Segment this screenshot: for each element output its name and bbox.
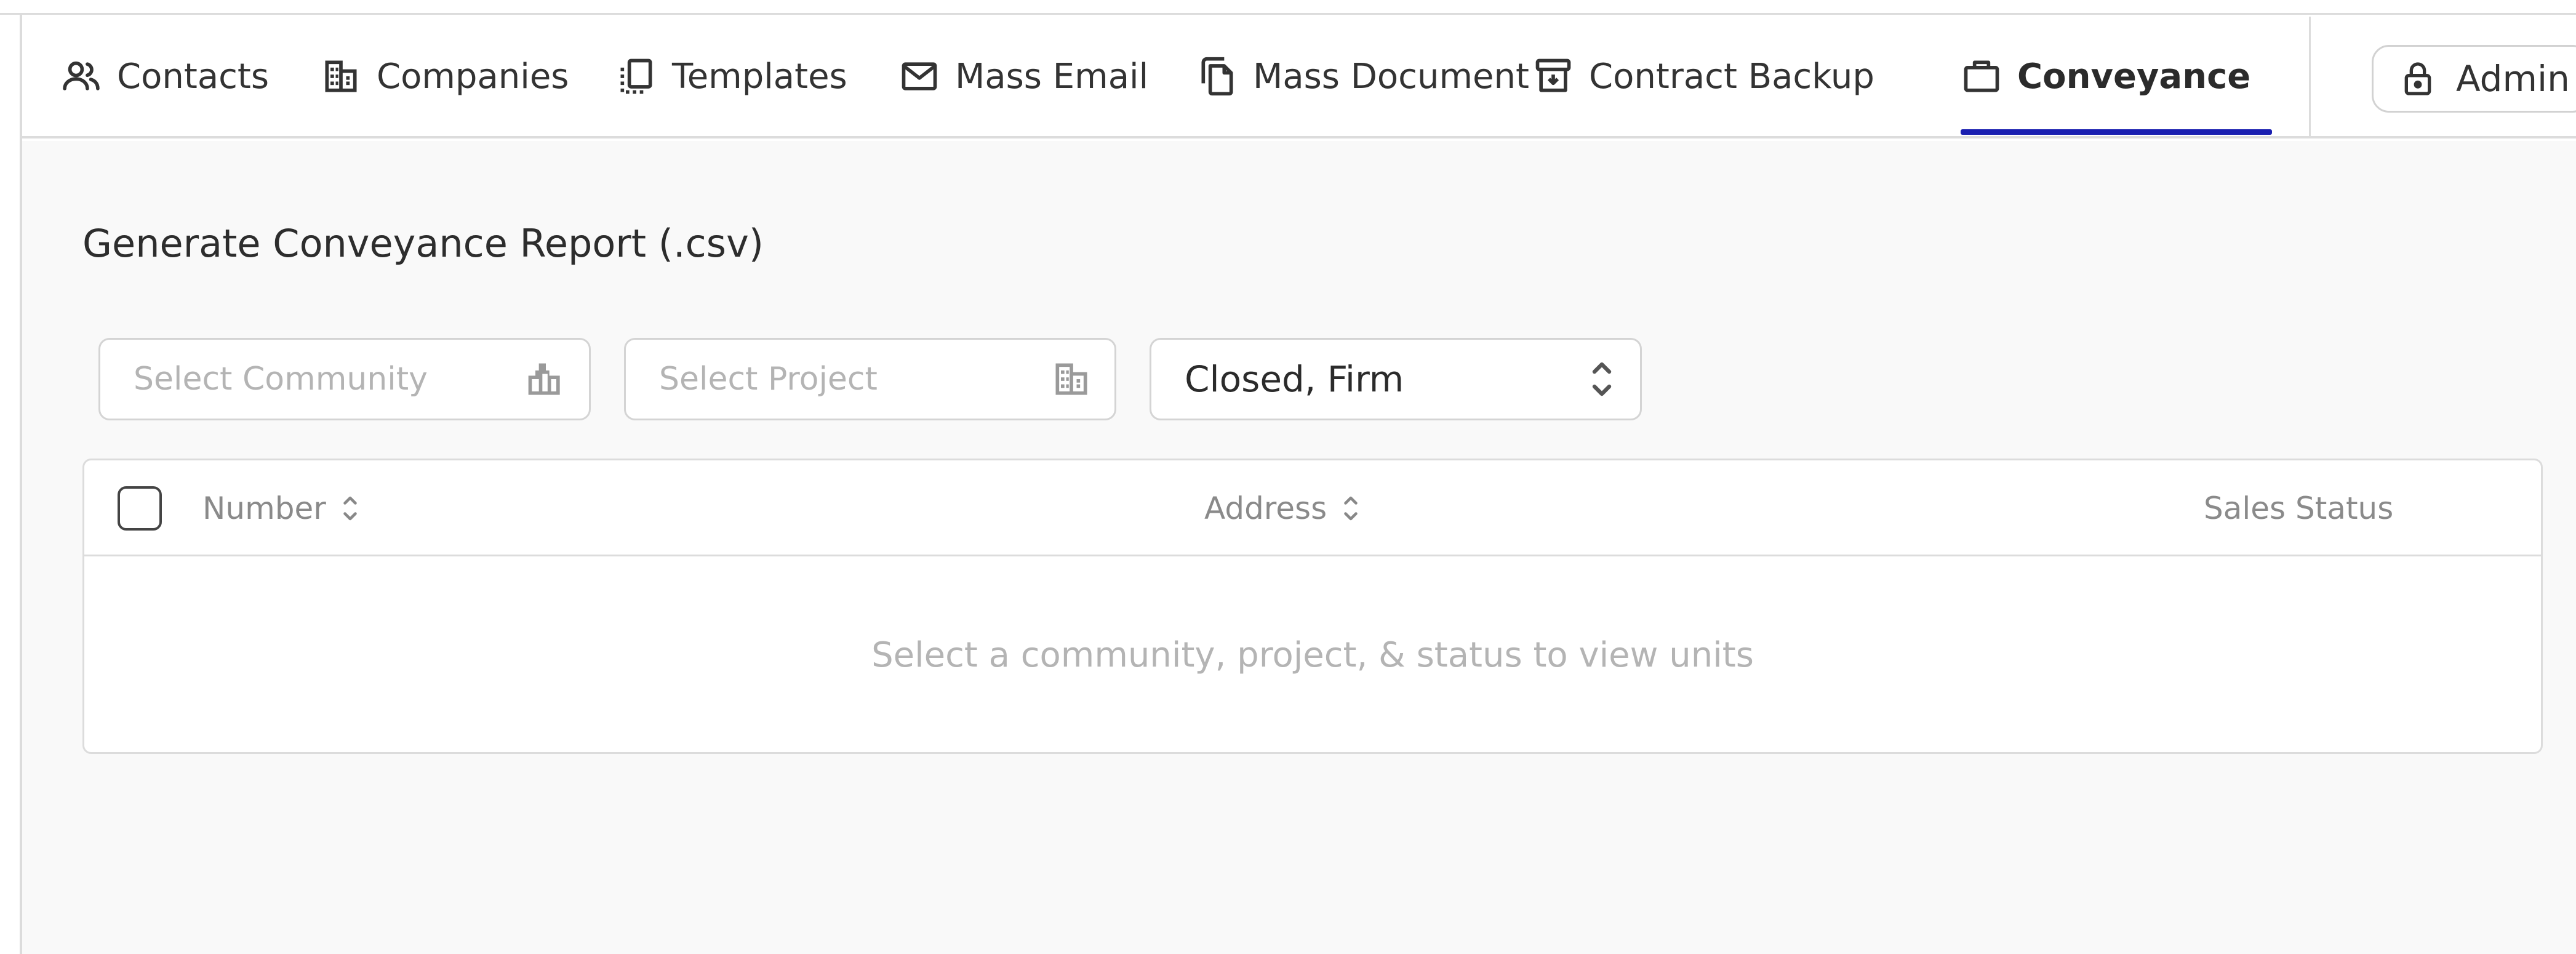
mail-icon — [902, 62, 937, 90]
column-header-sales-status: Sales Status — [2204, 460, 2393, 556]
admin-label: Admin — [2456, 58, 2570, 100]
community-select[interactable] — [98, 338, 591, 420]
building-icon — [1055, 363, 1087, 395]
community-input[interactable] — [134, 361, 503, 398]
chevron-up-down-icon — [1592, 362, 1612, 396]
nav-divider — [2309, 17, 2311, 136]
documents-icon — [1201, 57, 1233, 96]
column-header-number[interactable]: Number — [202, 460, 361, 556]
tab-conveyance[interactable]: Conveyance — [1961, 17, 2250, 136]
column-label: Number — [202, 491, 326, 526]
admin-button[interactable]: Admin — [2372, 45, 2576, 113]
column-label: Address — [1204, 491, 1327, 526]
tab-label: Mass Email — [955, 56, 1149, 97]
tab-label: Conveyance — [2017, 56, 2251, 97]
city-icon — [528, 363, 560, 395]
tab-label: Companies — [377, 56, 569, 97]
lock-icon — [2404, 62, 2431, 95]
empty-state-message: Select a community, project, & status to… — [871, 635, 1754, 675]
main-content: Generate Conveyance Report (.csv) Closed… — [22, 141, 2576, 954]
tab-label: Contract Backup — [1589, 56, 1874, 97]
tab-mass-email[interactable]: Mass Email — [898, 17, 1148, 136]
archive-icon — [1535, 58, 1571, 92]
project-input[interactable] — [659, 361, 1028, 398]
project-select[interactable] — [624, 338, 1116, 420]
units-table: Number Address Sales Status Select a com… — [82, 459, 2543, 754]
tab-label: Mass Document — [1253, 56, 1529, 97]
status-select[interactable]: Closed, Firm — [1150, 338, 1642, 420]
table-header: Number Address Sales Status — [84, 460, 2541, 556]
template-icon — [620, 58, 652, 94]
tab-label: Contacts — [117, 56, 270, 97]
building-icon — [325, 60, 357, 92]
people-icon — [63, 61, 100, 90]
tab-contract-backup[interactable]: Contract Backup — [1532, 17, 1874, 136]
tab-companies[interactable]: Companies — [320, 17, 569, 136]
select-all-checkbox[interactable] — [118, 486, 162, 531]
tab-templates[interactable]: Templates — [615, 17, 847, 136]
tab-contacts[interactable]: Contacts — [60, 17, 269, 136]
column-header-address[interactable]: Address — [1204, 460, 1361, 556]
briefcase-icon — [1964, 60, 1999, 92]
active-tab-indicator — [1961, 129, 2272, 135]
tab-label: Templates — [672, 56, 847, 97]
page-title: Generate Conveyance Report (.csv) — [82, 221, 764, 266]
top-nav: Contacts Companies Templates Mass Email … — [22, 17, 2576, 138]
column-label: Sales Status — [2204, 491, 2394, 526]
top-border — [0, 0, 2576, 15]
status-value: Closed, Firm — [1185, 358, 1404, 400]
sort-icon — [1344, 496, 1358, 521]
sort-icon — [343, 496, 357, 521]
tab-mass-document[interactable]: Mass Document — [1196, 17, 1529, 136]
